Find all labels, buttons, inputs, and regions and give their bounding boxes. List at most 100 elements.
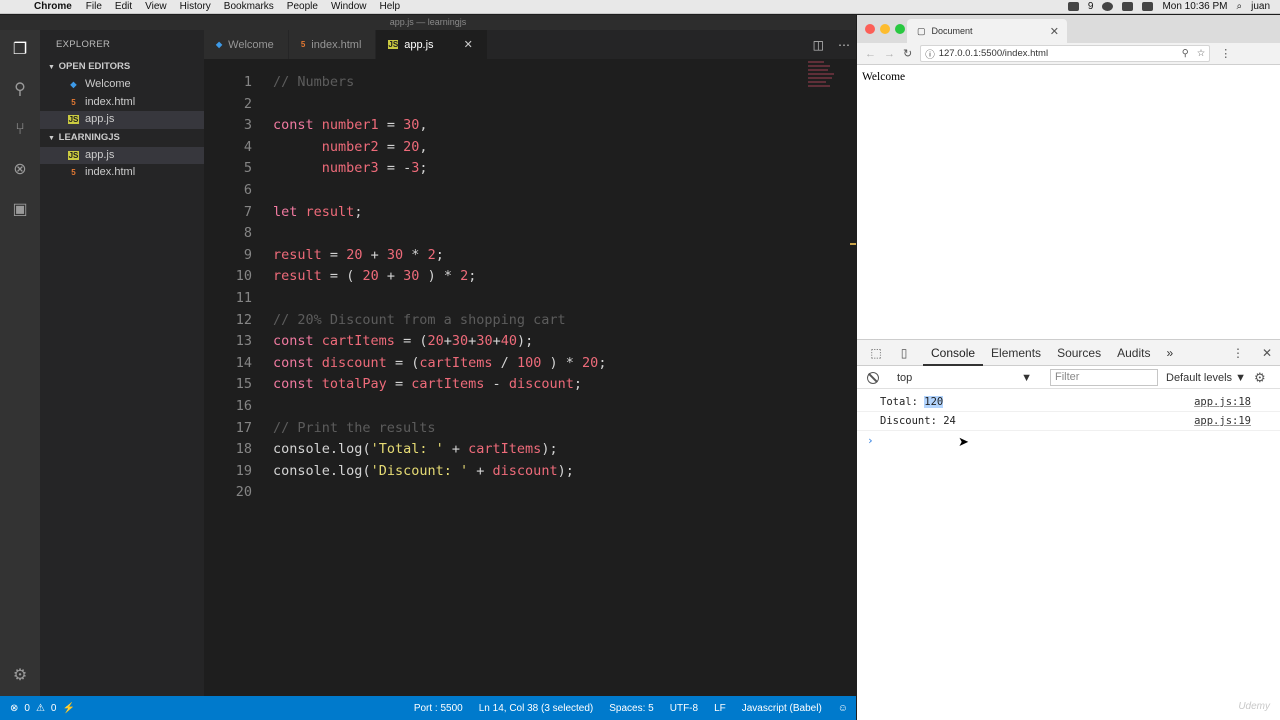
more-actions-icon[interactable]: ⋯ — [838, 38, 850, 52]
log-levels-dropdown[interactable]: Default levels ▼ — [1166, 372, 1246, 384]
inspect-element-icon[interactable]: ⬚ — [867, 346, 885, 360]
info-icon[interactable]: ⓘ — [925, 47, 935, 61]
tab-label: app.js — [404, 38, 434, 51]
menu-bookmarks[interactable]: Bookmarks — [224, 1, 274, 12]
editor-tabs: ◆ Welcome 5 index.html JS app.js ✕ ◫ ⋯ — [204, 30, 856, 59]
forward-icon[interactable]: → — [884, 48, 895, 60]
search-icon[interactable]: ⌕ — [1236, 1, 1242, 12]
open-editor-index-html[interactable]: 5 index.html — [40, 94, 204, 112]
devtools-tab-audits[interactable]: Audits — [1109, 340, 1158, 366]
menu-people[interactable]: People — [287, 1, 318, 12]
menu-edit[interactable]: Edit — [115, 1, 132, 12]
warning-icon[interactable]: ⚠ — [36, 703, 45, 714]
project-title: LEARNINGJS — [58, 131, 120, 143]
close-devtools-icon[interactable]: ✕ — [1262, 346, 1272, 360]
close-icon[interactable]: ✕ — [464, 38, 473, 51]
explorer-icon[interactable]: ❐ — [10, 40, 30, 60]
end-of-line[interactable]: LF — [714, 703, 726, 714]
code-editor[interactable]: 1 // Numbers 2 3 const number1 = 30, 4 number… — [204, 59, 856, 696]
menu-file[interactable]: File — [86, 1, 102, 12]
menu-view[interactable]: View — [145, 1, 167, 12]
chrome-window: ▢ Document ✕ ← → ↻ ⓘ 127.0.0.1:5500/inde… — [857, 15, 1280, 720]
tab-label: index.html — [311, 38, 362, 51]
chevron-down-icon: ▼ — [48, 64, 55, 71]
menu-history[interactable]: History — [180, 1, 211, 12]
project-section[interactable]: ▼ LEARNINGJS — [40, 129, 204, 147]
feedback-icon[interactable]: ☺ — [838, 703, 848, 714]
back-icon[interactable]: ← — [865, 48, 876, 60]
menubar-user[interactable]: juan — [1251, 1, 1270, 12]
wifi-icon[interactable] — [1102, 2, 1114, 11]
log-value[interactable]: 24 — [943, 415, 956, 427]
line-number: 20 — [235, 484, 252, 501]
console-prompt[interactable]: › — [857, 431, 1280, 450]
line-number: 13 — [235, 333, 252, 350]
log-source-link[interactable]: app.js:18 — [1194, 393, 1251, 412]
encoding[interactable]: UTF-8 — [670, 703, 698, 714]
more-tabs-icon[interactable]: » — [1158, 340, 1181, 366]
open-editor-welcome[interactable]: ◆ Welcome — [40, 76, 204, 94]
page-icon: ▢ — [917, 25, 926, 36]
close-window-icon[interactable] — [865, 24, 875, 34]
debug-icon[interactable]: ⊗ — [10, 160, 30, 180]
screen-icon[interactable] — [1067, 2, 1079, 11]
minimap[interactable] — [808, 61, 838, 101]
menubar-app-name[interactable]: Chrome — [34, 1, 72, 12]
open-editors-section[interactable]: ▼ OPEN EDITORS — [40, 58, 204, 76]
tab-index-html[interactable]: 5 index.html — [288, 30, 377, 59]
project-file-index-html[interactable]: 5 index.html — [40, 164, 204, 182]
close-tab-icon[interactable]: ✕ — [1050, 25, 1059, 38]
bookmark-star-icon[interactable]: ☆ — [1197, 48, 1206, 59]
vscode-icon: ◆ — [70, 80, 77, 89]
errors-icon[interactable]: ⊗ — [10, 703, 18, 714]
zoom-icon[interactable]: ⚲ — [1182, 48, 1189, 59]
source-control-icon[interactable]: ⑂ — [10, 120, 30, 140]
browser-tab-title: Document — [931, 26, 973, 36]
zoom-window-icon[interactable] — [895, 24, 905, 34]
project-file-app-js[interactable]: JS app.js — [40, 146, 204, 164]
battery-num[interactable]: 9 — [1088, 1, 1094, 12]
flag-icon[interactable] — [1142, 2, 1154, 11]
cursor-position[interactable]: Ln 14, Col 38 (3 selected) — [479, 703, 594, 714]
code-text: // Numbers — [273, 74, 355, 90]
log-value[interactable]: 120 — [924, 396, 944, 408]
console-filter-input[interactable]: Filter — [1050, 369, 1158, 386]
split-editor-icon[interactable]: ◫ — [813, 38, 824, 52]
devtools-tab-elements[interactable]: Elements — [983, 340, 1049, 366]
extensions-icon[interactable]: ▣ — [10, 200, 30, 220]
context-selector[interactable]: top ▼ — [897, 372, 1032, 384]
indentation[interactable]: Spaces: 5 — [609, 703, 653, 714]
tab-app-js[interactable]: JS app.js ✕ — [376, 30, 488, 59]
code-text: number3 = -3; — [321, 160, 428, 177]
lightning-icon[interactable]: ⚡ — [62, 703, 74, 714]
live-server-port[interactable]: Port : 5500 — [414, 703, 463, 714]
errors-count[interactable]: 0 — [24, 703, 30, 714]
browser-tab-document[interactable]: ▢ Document ✕ — [907, 19, 1067, 43]
volume-icon[interactable] — [1122, 2, 1134, 11]
code-text: number2 = 20, — [321, 138, 428, 155]
open-editor-app-js[interactable]: JS app.js — [40, 111, 204, 129]
minimize-window-icon[interactable] — [880, 24, 890, 34]
search-icon[interactable]: ⚲ — [10, 80, 30, 100]
tab-welcome[interactable]: ◆ Welcome — [204, 30, 289, 59]
language-mode[interactable]: Javascript (Babel) — [742, 703, 822, 714]
address-bar[interactable]: ⓘ 127.0.0.1:5500/index.html ⚲ ☆ — [920, 45, 1211, 62]
devtools-tab-sources[interactable]: Sources — [1049, 340, 1109, 366]
reload-icon[interactable]: ↻ — [903, 47, 912, 60]
devtools-tabs: ⬚ ▯ Console Elements Sources Audits » ⋮ … — [857, 340, 1280, 366]
devtools-panel: ⬚ ▯ Console Elements Sources Audits » ⋮ … — [857, 339, 1280, 720]
line-number: 7 — [243, 203, 252, 220]
log-source-link[interactable]: app.js:19 — [1194, 412, 1251, 431]
line-number: 16 — [235, 398, 252, 414]
settings-gear-icon[interactable]: ⚙ — [10, 666, 30, 686]
devtools-tab-console[interactable]: Console — [923, 340, 984, 366]
warnings-count[interactable]: 0 — [51, 703, 57, 714]
clear-console-icon[interactable] — [867, 371, 879, 384]
devtools-menu-icon[interactable]: ⋮ — [1232, 346, 1244, 360]
console-settings-icon[interactable]: ⚙ — [1254, 370, 1266, 386]
device-toolbar-icon[interactable]: ▯ — [895, 346, 913, 360]
menu-help[interactable]: Help — [380, 1, 401, 12]
menu-window[interactable]: Window — [331, 1, 367, 12]
menubar-clock[interactable]: Mon 10:36 PM — [1162, 1, 1227, 12]
chrome-menu-icon[interactable]: ⋮ — [1220, 47, 1231, 60]
